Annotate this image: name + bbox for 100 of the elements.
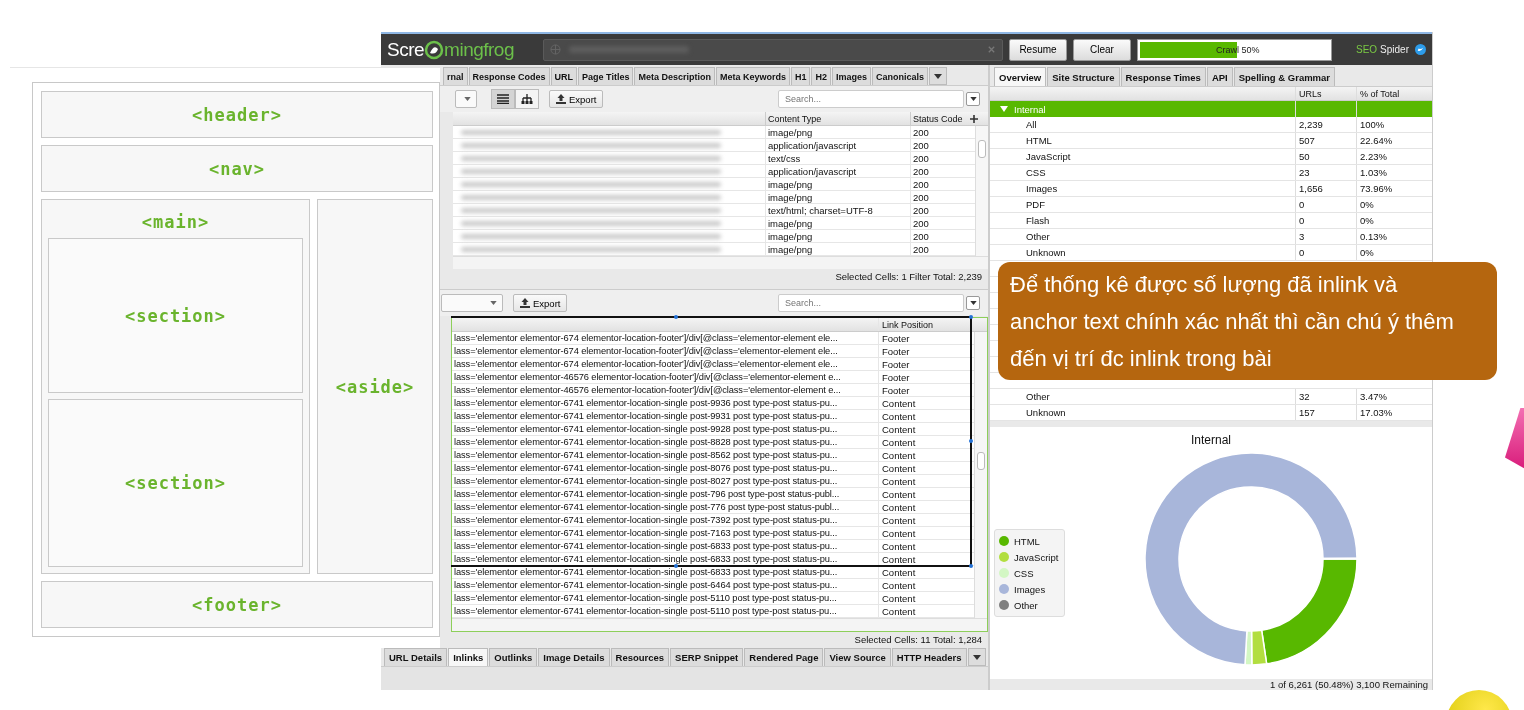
ring-icon (424, 39, 445, 60)
tab[interactable]: Spelling & Grammar (1233, 67, 1336, 86)
brand-text: SEO (1355, 44, 1378, 55)
upload-icon (520, 298, 530, 308)
tab[interactable]: HTTP Headers (891, 648, 967, 666)
table-cell-text: lass='elementor elementor-6741 elementor-location-single post-6464 post type-post status-pu... (453, 580, 839, 590)
table-cell-text: lass='elementor elementor-6741 elementor-location-single post-5110 post type-post status-pu... (453, 606, 838, 616)
tab[interactable]: Rendered Page (744, 648, 824, 666)
list-icon (497, 94, 509, 104)
table-cell: 2,239 (1295, 117, 1356, 132)
toolbar-button[interactable]: Resume (1009, 38, 1067, 61)
table-cell: 1.03% (1356, 165, 1418, 180)
tab[interactable]: rnal (443, 67, 468, 85)
table-cell: image/png (765, 229, 910, 243)
search-field[interactable]: Search... (778, 90, 964, 108)
table-cell-text: lass='elementor elementor-6741 elementor-location-single post-7392 post type-post status-pu... (453, 515, 839, 525)
table-cell: 507 (1295, 133, 1356, 148)
table-cell-text: All (1025, 118, 1038, 132)
table-cell-text: HTML (1025, 134, 1053, 148)
tab[interactable]: Images (832, 67, 871, 85)
table-cell: image/png (765, 190, 910, 204)
column-header[interactable]: Content Type (765, 112, 910, 125)
search-field[interactable]: Search... (778, 294, 964, 312)
tab[interactable]: Inlinks (448, 648, 489, 666)
table-cell-text: lass='elementor elementor-46576 elementor-location-footer']/div[@class='elementor-element e... (453, 385, 842, 395)
tab[interactable]: Canonicals (872, 67, 929, 85)
caret-icon (934, 73, 943, 79)
tabs-dropdown[interactable] (929, 67, 948, 85)
list-view-button[interactable] (491, 89, 515, 109)
search-dropdown[interactable] (966, 296, 980, 310)
table-cell-text: lass='elementor elementor-6741 elementor-location-single post-8828 post type-post status-pu... (453, 437, 839, 447)
tab[interactable]: Outlinks (489, 648, 538, 666)
table-cell-text: lass='elementor elementor-6741 elementor-location-single post-6833 post type-post status-pu... (453, 567, 839, 577)
column-header[interactable]: URLs (1295, 87, 1356, 100)
chart-title: Internal (1191, 433, 1231, 447)
bird-icon[interactable] (1415, 44, 1426, 55)
tab[interactable]: Response Times (1120, 67, 1206, 86)
table-cell-text: lass='elementor elementor-674 elementor-location-footer']/div[@class='elementor-element ele... (453, 333, 839, 343)
caret-icon (972, 654, 981, 660)
tab[interactable]: Response Codes (468, 67, 550, 85)
tabs-dropdown[interactable] (967, 648, 986, 666)
filter-dropdown[interactable] (455, 90, 477, 108)
tree-view-button[interactable] (515, 89, 539, 109)
export-button[interactable]: Export (513, 294, 568, 312)
tab[interactable]: H2 (811, 67, 831, 85)
table-cell-text: lass='elementor elementor-674 elementor-location-footer']/div[@class='elementor-element ele... (453, 359, 839, 369)
table-cell-text: lass='elementor elementor-6741 elementor-location-single post-7163 post type-post status-pu... (453, 528, 839, 538)
tab[interactable]: API (1206, 67, 1233, 86)
tab[interactable]: Meta Keywords (715, 67, 790, 85)
table-cell: text/html; charset=UTF-8 (765, 203, 910, 217)
search-dropdown[interactable] (966, 92, 980, 106)
plus-icon[interactable] (970, 114, 978, 123)
table-cell: 0.13% (1356, 229, 1418, 244)
table-cell-text: lass='elementor elementor-6741 elementor-location-single post-6833 post type-post status-pu... (453, 554, 839, 564)
legend-label: JavaScript (1014, 551, 1059, 563)
table-cell-text: Flash (1025, 214, 1051, 228)
block-label: <header> (192, 104, 282, 125)
table-cell: 3.47% (1356, 389, 1418, 404)
status-text: 1 of 6,261 (50.48%) 3,100 Remaining (990, 679, 1432, 690)
table-cell-text: lass='elementor elementor-6741 elementor-location-single post-8076 post type-post status-pu... (453, 463, 839, 473)
scrollbar[interactable] (975, 126, 988, 256)
table-cell-text: Images (1025, 182, 1059, 196)
tab[interactable]: URL Details (384, 648, 448, 666)
url-field[interactable] (543, 38, 1003, 61)
caret-icon (969, 301, 977, 305)
export-button[interactable]: Export (549, 90, 604, 108)
tab[interactable]: Overview (994, 67, 1047, 86)
table-cell: 2.23% (1356, 149, 1418, 164)
table-cell: image/png (765, 242, 910, 256)
table-cell-text: PDF (1025, 198, 1046, 212)
column-header[interactable]: Status Code (910, 112, 968, 125)
table-cell: 200 (910, 164, 968, 178)
column-header[interactable]: % of Total (1356, 87, 1418, 100)
table-cell: 200 (910, 203, 968, 217)
table-cell: 200 (910, 216, 968, 230)
tab[interactable]: View Source (824, 648, 891, 666)
table-cell: image/png (765, 125, 910, 139)
tab[interactable]: SERP Snippet (670, 648, 744, 666)
table-cell-text: Unknown (1025, 406, 1067, 420)
table-cell: 200 (910, 177, 968, 191)
globe-icon (550, 44, 561, 55)
tab[interactable]: URL (550, 67, 578, 85)
block-label: <section> (124, 473, 227, 493)
tab[interactable]: Page Titles (578, 67, 634, 85)
expanded-triangle-icon[interactable] (1000, 106, 1008, 112)
table-cell: application/javascript (765, 138, 910, 152)
tab[interactable]: Image Details (538, 648, 610, 666)
tab[interactable]: H1 (790, 67, 811, 85)
toolbar-button[interactable]: Clear (1073, 38, 1131, 61)
caret-icon (464, 97, 471, 101)
block-label: <nav> (208, 158, 266, 179)
tab[interactable]: Resources (610, 648, 670, 666)
table-cell-text: lass='elementor elementor-6741 elementor-location-single post-5110 post type-post status-pu... (453, 593, 838, 603)
table-cell: 200 (910, 125, 968, 139)
horizontal-scrollbar[interactable] (453, 256, 988, 269)
scrollbar[interactable] (974, 332, 987, 618)
table-cell: image/png (765, 177, 910, 191)
horizontal-scrollbar[interactable] (452, 618, 987, 631)
tab[interactable]: Meta Description (634, 67, 715, 85)
tab[interactable]: Site Structure (1047, 67, 1120, 86)
